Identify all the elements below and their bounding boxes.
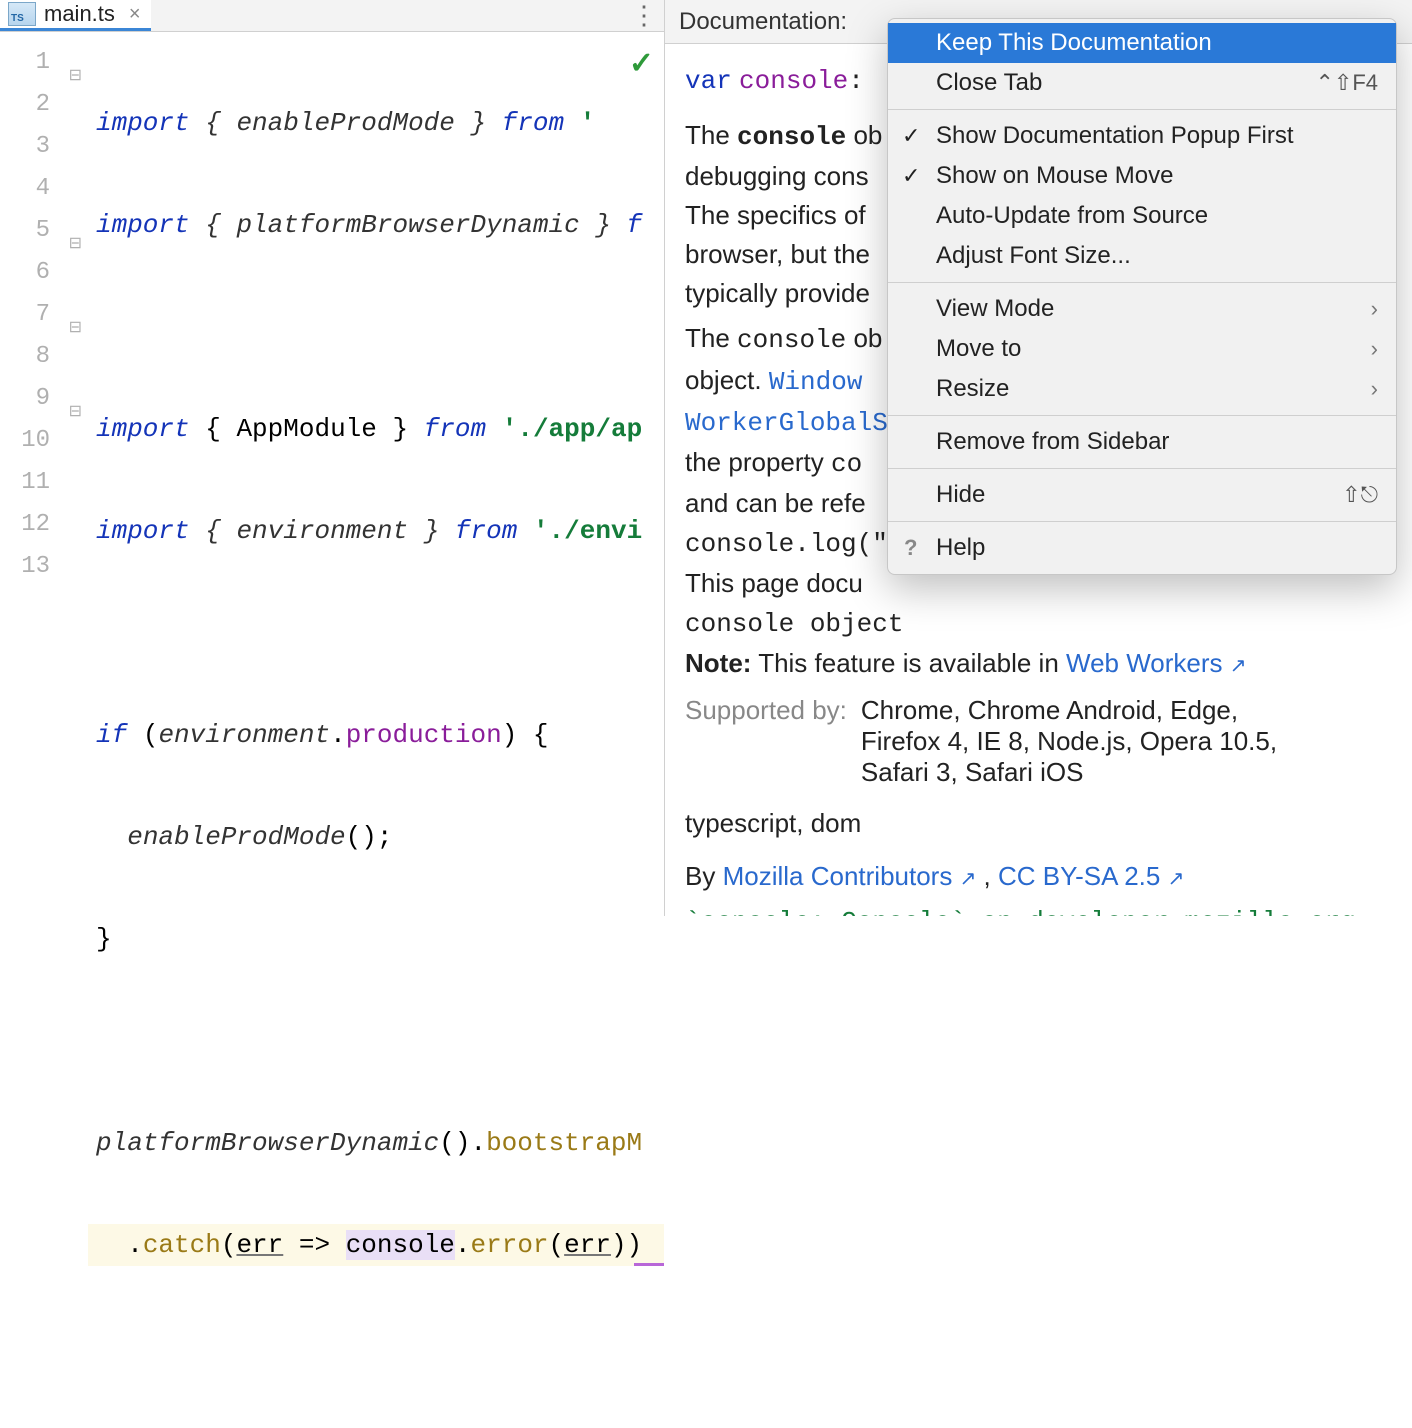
code-content[interactable]: import { enableProdMode } from ' import … [88, 32, 664, 1428]
external-link-icon: ↗ [960, 868, 977, 890]
shortcut-label: ⇧⎋ [1342, 482, 1378, 508]
doc-note: Note: This feature is available in Web W… [685, 646, 1392, 681]
doc-meta: typescript, dom [685, 806, 1392, 841]
line-number: 6 [0, 252, 88, 294]
editor-tab-bar: TS main.ts × ⋮ [0, 0, 664, 32]
file-tab-label: main.ts [44, 1, 115, 27]
menu-keep-documentation[interactable]: Keep This Documentation [888, 23, 1396, 63]
menu-auto-update[interactable]: Auto-Update from Source [888, 196, 1396, 236]
fold-marker-icon[interactable]: ⊟ [66, 307, 82, 323]
doc-source-link[interactable]: `console: Console` on developer mozilla … [685, 905, 1392, 917]
doc-link-web-workers[interactable]: Web Workers [1066, 648, 1223, 678]
line-number: 12 [0, 504, 88, 546]
file-tab-main-ts[interactable]: TS main.ts × [0, 0, 151, 31]
code-line-highlighted: .catch(err => console.error(err)) [88, 1224, 664, 1266]
typescript-file-icon: TS [8, 2, 36, 26]
fold-marker-icon[interactable]: ⊟ [66, 391, 82, 407]
shortcut-label: ⌃⇧F4 [1315, 70, 1378, 96]
code-line [88, 612, 664, 654]
menu-hide[interactable]: Hide⇧⎋ [888, 475, 1396, 515]
doc-supported-by: Supported by: Chrome, Chrome Android, Ed… [685, 695, 1392, 788]
menu-adjust-font-size[interactable]: Adjust Font Size... [888, 236, 1396, 276]
line-number: 10 [0, 420, 88, 462]
documentation-context-menu: Keep This Documentation Close Tab⌃⇧F4 ✓S… [887, 18, 1397, 575]
menu-separator [888, 521, 1396, 522]
code-line: import { platformBrowserDynamic } f [88, 204, 664, 246]
menu-close-tab[interactable]: Close Tab⌃⇧F4 [888, 63, 1396, 103]
documentation-title: Documentation: [679, 8, 847, 36]
menu-move-to[interactable]: Move to› [888, 329, 1396, 369]
code-line [88, 306, 664, 348]
tab-options-kebab-icon[interactable]: ⋮ [624, 0, 664, 31]
line-number: 9⊟ [0, 378, 88, 420]
menu-separator [888, 282, 1396, 283]
close-tab-icon[interactable]: × [129, 3, 141, 26]
line-number: 4 [0, 168, 88, 210]
code-line: enableProdMode(); [88, 816, 664, 858]
fold-marker-icon[interactable]: ⊟ [66, 55, 82, 71]
doc-link-cc-by-sa[interactable]: CC BY-SA 2.5 [998, 861, 1160, 891]
help-icon: ? [904, 535, 917, 561]
editor-pane: TS main.ts × ⋮ ✓ 1⊟ 2 3 4 5⊟ 6 7⊟ 8 9⊟ 1… [0, 0, 665, 916]
submenu-chevron-icon: › [1371, 296, 1378, 322]
tab-bar-spacer [151, 0, 624, 31]
menu-show-popup-first[interactable]: ✓Show Documentation Popup First [888, 116, 1396, 156]
code-line: import { AppModule } from './app/ap [88, 408, 664, 450]
external-link-icon: ↗ [1230, 655, 1247, 677]
menu-help[interactable]: ?Help [888, 528, 1396, 568]
menu-show-on-mouse-move[interactable]: ✓Show on Mouse Move [888, 156, 1396, 196]
code-line [88, 1020, 664, 1062]
menu-separator [888, 109, 1396, 110]
doc-link-workerglobalscope[interactable]: WorkerGlobalS [685, 408, 888, 438]
menu-view-mode[interactable]: View Mode› [888, 289, 1396, 329]
external-link-icon: ↗ [1168, 868, 1185, 890]
supported-by-label: Supported by: [685, 695, 847, 726]
line-number-gutter: 1⊟ 2 3 4 5⊟ 6 7⊟ 8 9⊟ 10 11 12 13 [0, 32, 88, 1428]
submenu-chevron-icon: › [1371, 376, 1378, 402]
purple-underline-decoration [634, 1263, 664, 1266]
check-icon: ✓ [902, 123, 920, 149]
doc-link-window[interactable]: Window [769, 367, 863, 397]
code-line: if (environment.production) { [88, 714, 664, 756]
code-line: platformBrowserDynamic().bootstrapM [88, 1122, 664, 1164]
fold-marker-icon[interactable]: ⊟ [66, 223, 82, 239]
supported-by-value: Chrome, Chrome Android, Edge, Firefox 4,… [861, 695, 1291, 788]
code-line: import { environment } from './envi [88, 510, 664, 552]
menu-separator [888, 468, 1396, 469]
line-number: 2 [0, 84, 88, 126]
check-icon: ✓ [902, 163, 920, 189]
console-token-highlight: console [346, 1230, 455, 1260]
code-line: } [88, 918, 664, 960]
doc-attribution: By Mozilla Contributors ↗ , CC BY-SA 2.5… [685, 859, 1392, 894]
line-number: 8 [0, 336, 88, 378]
menu-separator [888, 415, 1396, 416]
submenu-chevron-icon: › [1371, 336, 1378, 362]
line-number: 13 [0, 546, 88, 588]
line-number: 11 [0, 462, 88, 504]
code-line [88, 1326, 664, 1368]
menu-remove-from-sidebar[interactable]: Remove from Sidebar [888, 422, 1396, 462]
line-number: 5⊟ [0, 210, 88, 252]
doc-link-mozilla-contributors[interactable]: Mozilla Contributors [723, 861, 953, 891]
line-number: 1⊟ [0, 42, 88, 84]
doc-paragraph: console object [685, 605, 1392, 642]
code-line: import { enableProdMode } from ' [88, 102, 664, 144]
line-number: 7⊟ [0, 294, 88, 336]
editor-area[interactable]: ✓ 1⊟ 2 3 4 5⊟ 6 7⊟ 8 9⊟ 10 11 12 13 impo… [0, 32, 664, 1428]
line-number: 3 [0, 126, 88, 168]
menu-resize[interactable]: Resize› [888, 369, 1396, 409]
